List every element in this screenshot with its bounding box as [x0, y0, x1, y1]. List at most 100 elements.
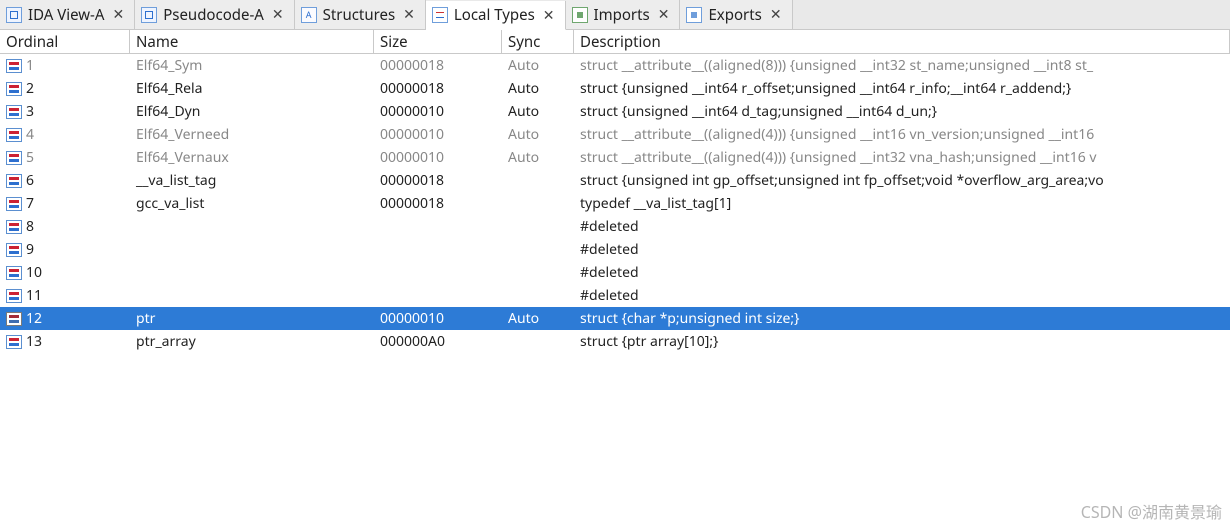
ordinal-value: 1 [26, 56, 34, 75]
struct-type-icon [6, 128, 22, 142]
table-row[interactable]: 8#deleted [0, 215, 1230, 238]
cell-size: 00000010 [374, 125, 502, 144]
cell-ordinal: 8 [0, 217, 130, 236]
ordinal-value: 5 [26, 148, 34, 167]
table-row[interactable]: 1Elf64_Sym00000018Autostruct __attribute… [0, 54, 1230, 77]
ordinal-value: 11 [26, 286, 42, 305]
cell-description: struct {unsigned int gp_offset;unsigned … [574, 171, 1230, 190]
watermark-text: CSDN @湖南黄景瑜 [1081, 499, 1222, 523]
cell-ordinal: 1 [0, 56, 130, 75]
cell-size: 000000A0 [374, 332, 502, 351]
tab-local-types[interactable]: Local Types ✕ [426, 1, 566, 30]
cell-sync: Auto [502, 79, 574, 98]
imports-icon [572, 7, 588, 23]
table-row[interactable]: 7gcc_va_list00000018typedef __va_list_ta… [0, 192, 1230, 215]
cell-size: 00000010 [374, 148, 502, 167]
table-row[interactable]: 2Elf64_Rela00000018Autostruct {unsigned … [0, 77, 1230, 100]
close-icon[interactable]: ✕ [656, 6, 672, 23]
cell-sync: Auto [502, 309, 574, 328]
cell-size: 00000018 [374, 171, 502, 190]
cell-ordinal: 12 [0, 309, 130, 328]
column-header-description[interactable]: Description [574, 30, 1230, 53]
cell-size: 00000010 [374, 102, 502, 121]
ordinal-value: 8 [26, 217, 34, 236]
cell-name: ptr [130, 309, 374, 328]
ordinal-value: 2 [26, 79, 34, 98]
cell-ordinal: 9 [0, 240, 130, 259]
table-row[interactable]: 11 #deleted [0, 284, 1230, 307]
cell-description: #deleted [574, 286, 1230, 305]
ordinal-value: 13 [26, 332, 42, 351]
cell-description: #deleted [574, 263, 1230, 282]
cell-description: struct {char *p;unsigned int size;} [574, 309, 1230, 328]
cell-name: Elf64_Vernaux [130, 148, 374, 167]
tab-label: Structures [323, 5, 396, 25]
cell-name: ptr_array [130, 332, 374, 351]
close-icon[interactable]: ✕ [270, 6, 286, 23]
tab-label: Pseudocode-A [163, 5, 264, 25]
cell-sync: Auto [502, 125, 574, 144]
close-icon[interactable]: ✕ [110, 6, 126, 23]
ordinal-value: 4 [26, 125, 34, 144]
column-header-size[interactable]: Size [374, 30, 502, 53]
cell-ordinal: 11 [0, 286, 130, 305]
ordinal-value: 9 [26, 240, 34, 259]
table-row[interactable]: 5 Elf64_Vernaux00000010Autostruct __attri… [0, 146, 1230, 169]
cell-name: Elf64_Dyn [130, 102, 374, 121]
tab-ida-view-a[interactable]: IDA View-A ✕ [0, 0, 135, 29]
cell-name: Elf64_Rela [130, 79, 374, 98]
table-row[interactable]: 13 ptr_array000000A0 struct {ptr array[10]… [0, 330, 1230, 353]
local-types-icon [432, 7, 448, 23]
cell-size: 00000018 [374, 194, 502, 213]
table-body: 1Elf64_Sym00000018Autostruct __attribute… [0, 54, 1230, 353]
ordinal-value: 10 [26, 263, 42, 282]
struct-type-icon [6, 105, 22, 119]
table-row[interactable]: 9#deleted [0, 238, 1230, 261]
tab-exports[interactable]: Exports ✕ [680, 0, 792, 29]
tab-pseudocode-a[interactable]: Pseudocode-A ✕ [135, 0, 294, 29]
column-header-name[interactable]: Name [130, 30, 374, 53]
struct-type-icon [6, 312, 22, 326]
cell-ordinal: 5 [0, 148, 130, 167]
tab-label: Exports [708, 5, 761, 25]
struct-type-icon [6, 174, 22, 188]
tab-structures[interactable]: Structures ✕ [295, 0, 426, 29]
tab-imports[interactable]: Imports ✕ [566, 0, 681, 29]
view-icon [141, 7, 157, 23]
tab-label: Local Types [454, 5, 535, 25]
struct-type-icon [6, 289, 22, 303]
column-header-ordinal[interactable]: Ordinal [0, 30, 130, 53]
tab-label: Imports [594, 5, 650, 25]
struct-type-icon [6, 243, 22, 257]
struct-type-icon [6, 82, 22, 96]
cell-description: struct {unsigned __int64 d_tag;unsigned … [574, 102, 1230, 121]
close-icon[interactable]: ✕ [768, 6, 784, 23]
cell-name: Elf64_Verneed [130, 125, 374, 144]
table-row[interactable]: 10 #deleted [0, 261, 1230, 284]
cell-size: 00000010 [374, 309, 502, 328]
ordinal-value: 3 [26, 102, 34, 121]
cell-description: struct __attribute__((aligned(4))) {unsi… [574, 148, 1230, 167]
table-row[interactable]: 6__va_list_tag00000018 struct {unsigned i… [0, 169, 1230, 192]
table-row[interactable]: 4Elf64_Verneed00000010Autostruct __attri… [0, 123, 1230, 146]
view-icon [6, 7, 22, 23]
table-row[interactable]: 12ptr00000010Autostruct {char *p;unsigne… [0, 307, 1230, 330]
cell-description: struct __attribute__((aligned(8))) {unsi… [574, 56, 1230, 75]
struct-type-icon [6, 220, 22, 234]
cell-ordinal: 4 [0, 125, 130, 144]
exports-icon [686, 7, 702, 23]
table-row[interactable]: 3 Elf64_Dyn00000010Autostruct {unsigned _… [0, 100, 1230, 123]
tab-label: IDA View-A [28, 5, 104, 25]
cell-ordinal: 7 [0, 194, 130, 213]
cell-ordinal: 3 [0, 102, 130, 121]
column-header-sync[interactable]: Sync [502, 30, 574, 53]
cell-description: struct {ptr array[10];} [574, 332, 1230, 351]
cell-ordinal: 13 [0, 332, 130, 351]
close-icon[interactable]: ✕ [401, 6, 417, 23]
close-icon[interactable]: ✕ [541, 7, 557, 24]
cell-sync: Auto [502, 148, 574, 167]
cell-description: typedef __va_list_tag[1] [574, 194, 1230, 213]
cell-name: __va_list_tag [130, 171, 374, 190]
cell-sync: Auto [502, 102, 574, 121]
cell-ordinal: 6 [0, 171, 130, 190]
